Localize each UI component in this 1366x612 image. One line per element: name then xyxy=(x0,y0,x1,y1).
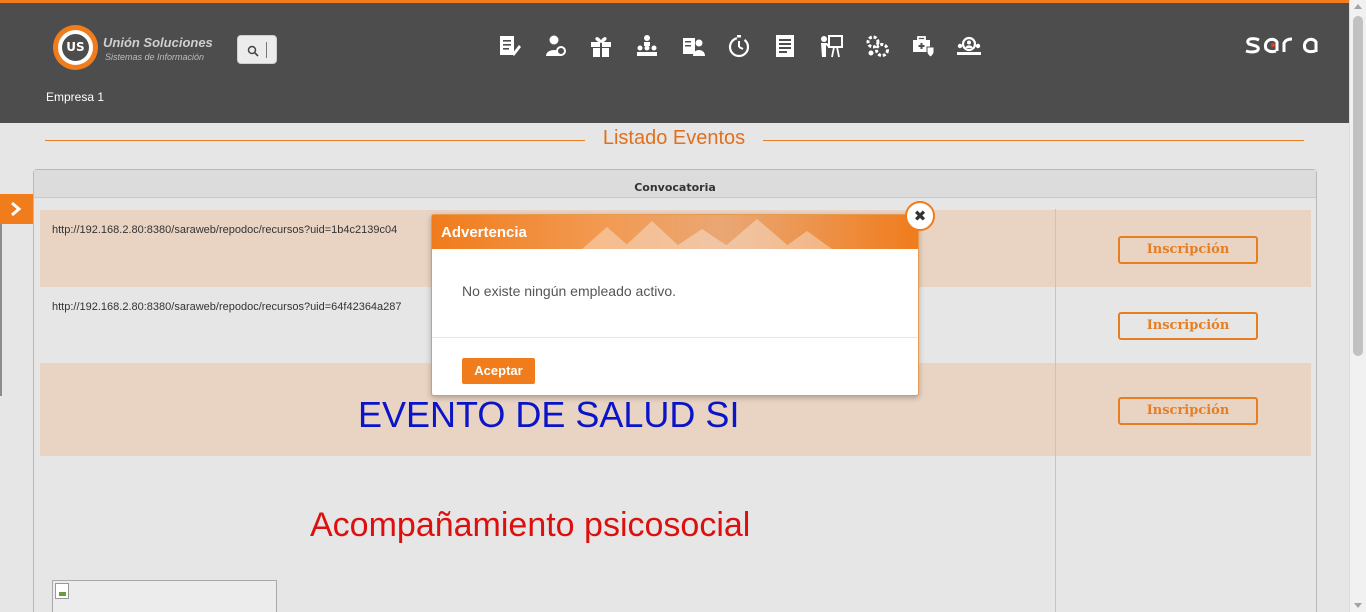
event-resource-link[interactable]: http://192.168.2.80:8380/saraweb/repodoc… xyxy=(52,301,402,313)
dialog-header: Advertencia xyxy=(432,215,918,249)
company-name: Empresa 1 xyxy=(46,90,105,104)
side-panel-edge xyxy=(0,224,2,396)
page-scrollbar[interactable] xyxy=(1349,0,1366,612)
dialog-message: No existe ningún empleado activo. xyxy=(462,283,677,299)
inscription-button[interactable]: Inscripción xyxy=(1118,397,1258,425)
event-resource-link[interactable]: http://192.168.2.80:8380/saraweb/repodoc… xyxy=(52,224,397,236)
inscription-button[interactable]: Inscripción xyxy=(1118,236,1258,264)
dialog-close-button[interactable]: ✖ xyxy=(905,201,935,231)
column-divider xyxy=(1055,209,1056,612)
page-title-row: Listado Eventos xyxy=(45,127,1304,153)
title-divider-left xyxy=(45,140,585,141)
table-row: Acompañamiento psicosocial xyxy=(40,456,1311,612)
company-logo[interactable]: US Unión Soluciones Sistemas de Informac… xyxy=(53,25,223,70)
column-header-convocatoria: Convocatoria xyxy=(634,181,716,194)
broken-image xyxy=(52,580,277,612)
form-list-icon[interactable] xyxy=(762,31,808,61)
medical-kit-icon[interactable] xyxy=(900,31,946,61)
event-title: Acompañamiento psicosocial xyxy=(310,506,751,544)
side-panel-toggle[interactable] xyxy=(0,194,34,224)
presentation-icon[interactable] xyxy=(808,31,854,61)
search-button[interactable] xyxy=(237,35,277,64)
org-chart-icon[interactable] xyxy=(624,31,670,61)
scroll-thumb[interactable] xyxy=(1353,16,1363,356)
user-id-icon[interactable] xyxy=(670,31,716,61)
inscription-button[interactable]: Inscripción xyxy=(1118,312,1258,340)
document-edit-icon[interactable] xyxy=(486,31,532,61)
close-icon: ✖ xyxy=(913,207,927,225)
title-divider-right xyxy=(763,140,1304,141)
logo-subtitle: Sistemas de Información xyxy=(105,52,205,62)
scroll-down-arrow-icon[interactable] xyxy=(1354,603,1362,608)
gift-icon[interactable] xyxy=(578,31,624,61)
group-search-icon[interactable] xyxy=(946,31,992,61)
broken-image-icon xyxy=(55,583,69,599)
search-caret xyxy=(266,42,267,58)
user-settings-icon[interactable] xyxy=(532,31,578,61)
search-icon xyxy=(247,45,259,57)
page-title: Listado Eventos xyxy=(602,127,746,149)
sara-brand-logo xyxy=(1245,37,1318,54)
top-header: US Unión Soluciones Sistemas de Informac… xyxy=(0,0,1349,123)
table-header: Convocatoria xyxy=(34,170,1316,198)
warning-dialog: Advertencia No existe ningún empleado ac… xyxy=(431,214,919,396)
main-nav xyxy=(486,31,992,61)
event-title: EVENTO DE SALUD SI xyxy=(358,394,740,435)
accept-button[interactable]: Aceptar xyxy=(462,358,535,384)
timer-icon[interactable] xyxy=(716,31,762,61)
logo-title: Unión Soluciones xyxy=(103,35,213,50)
chevron-right-icon xyxy=(11,202,22,216)
logo-mark: US xyxy=(62,34,89,61)
header-pattern xyxy=(582,219,832,249)
gears-icon[interactable] xyxy=(854,31,900,61)
scroll-up-arrow-icon[interactable] xyxy=(1354,4,1362,9)
dialog-divider xyxy=(432,337,918,338)
dialog-title: Advertencia xyxy=(441,224,527,241)
